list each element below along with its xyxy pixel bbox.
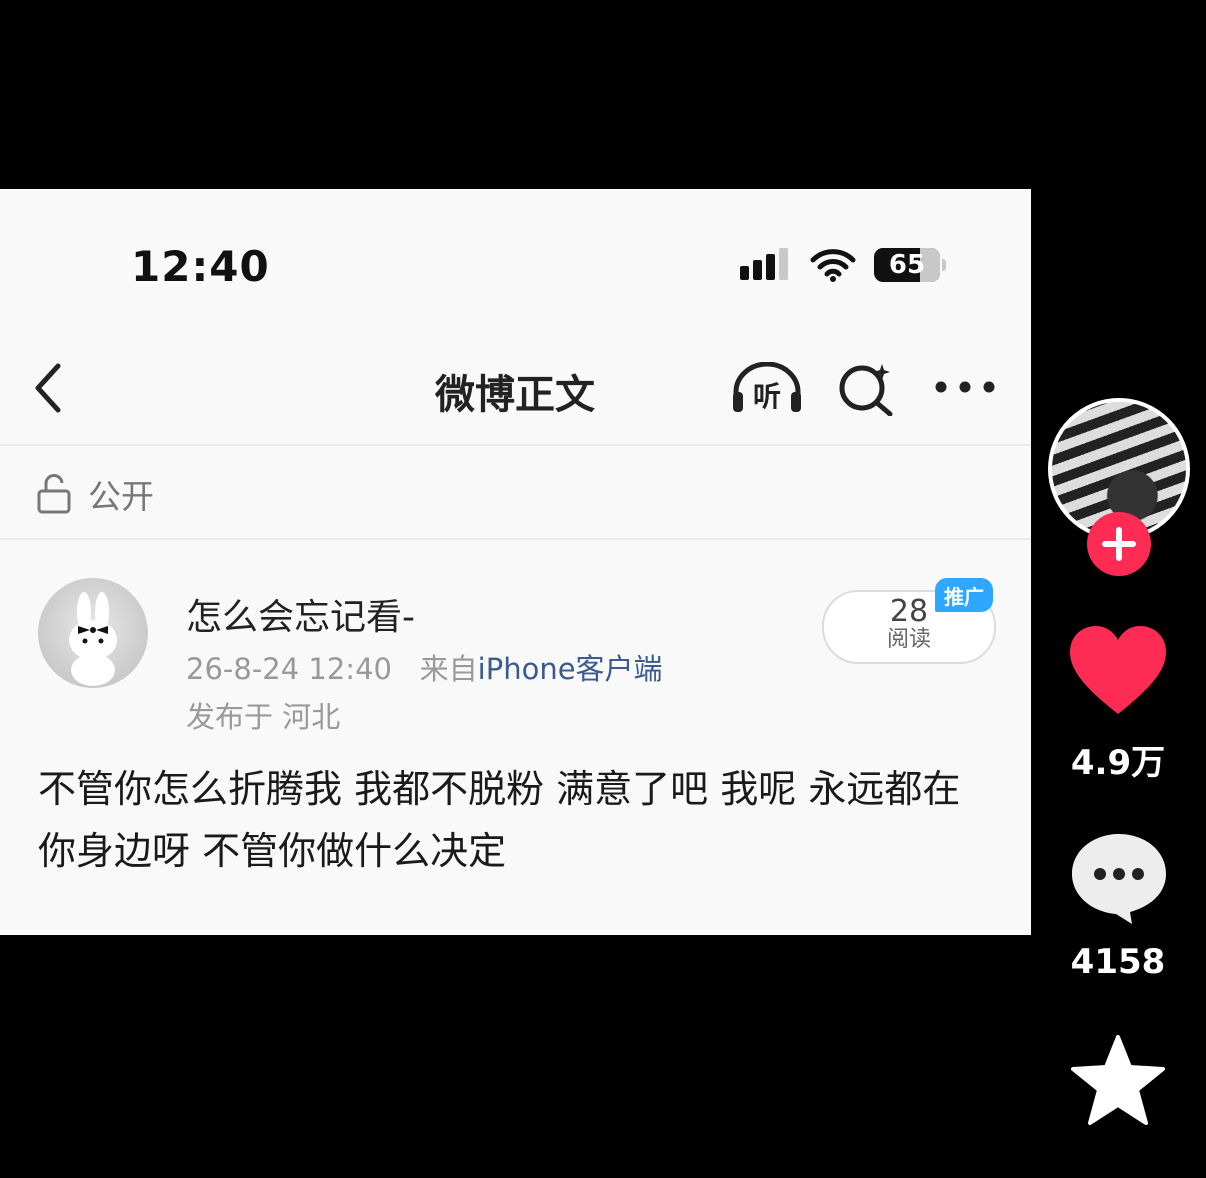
visibility-label: 公开 xyxy=(88,477,154,516)
read-label: 阅读 xyxy=(886,627,931,652)
favorite-star-icon[interactable] xyxy=(1070,1034,1166,1126)
cellular-signal-icon xyxy=(740,248,788,280)
back-icon[interactable] xyxy=(28,360,68,416)
wifi-icon xyxy=(810,249,856,282)
battery-indicator: 65 xyxy=(874,248,940,282)
battery-level: 65 xyxy=(888,250,926,280)
listen-headphones-icon[interactable]: 听 xyxy=(730,362,804,416)
post-meta: 26-8-24 12:40 来自iPhone客户端 xyxy=(186,646,663,688)
page-title: 微博正文 xyxy=(435,372,595,418)
post-date: 26-8-24 12:40 xyxy=(186,652,392,686)
post-username[interactable]: 怎么会忘记看- xyxy=(186,588,415,640)
nav-divider xyxy=(0,444,1031,446)
status-icons: 65 xyxy=(738,245,946,285)
plus-icon xyxy=(1102,527,1136,561)
search-icon[interactable] xyxy=(836,360,896,416)
battery-tip xyxy=(942,259,946,271)
bunny-avatar-icon xyxy=(69,592,117,686)
comment-icon[interactable] xyxy=(1070,830,1168,926)
unlock-icon xyxy=(37,474,71,514)
heart-icon[interactable] xyxy=(1068,624,1168,718)
status-time: 12:40 xyxy=(131,242,270,291)
follow-button[interactable] xyxy=(1087,512,1151,576)
post-content: 不管你怎么折腾我 我都不脱粉 满意了吧 我呢 永远都在你身边呀 不管你做什么决定 xyxy=(38,767,961,873)
section-divider xyxy=(0,538,1031,540)
like-count: 4.9万 xyxy=(1070,743,1166,783)
source-prefix: 来自 xyxy=(419,652,478,686)
listen-label: 听 xyxy=(753,380,781,413)
post-location: 发布于 河北 xyxy=(186,700,341,734)
more-options-icon[interactable] xyxy=(934,380,996,394)
promo-badge[interactable]: 推广 xyxy=(935,578,993,612)
visibility-row: 公开 xyxy=(36,470,154,518)
comment-count: 4158 xyxy=(1070,942,1166,982)
source-client-link[interactable]: iPhone客户端 xyxy=(478,652,663,686)
user-avatar[interactable] xyxy=(38,578,148,688)
